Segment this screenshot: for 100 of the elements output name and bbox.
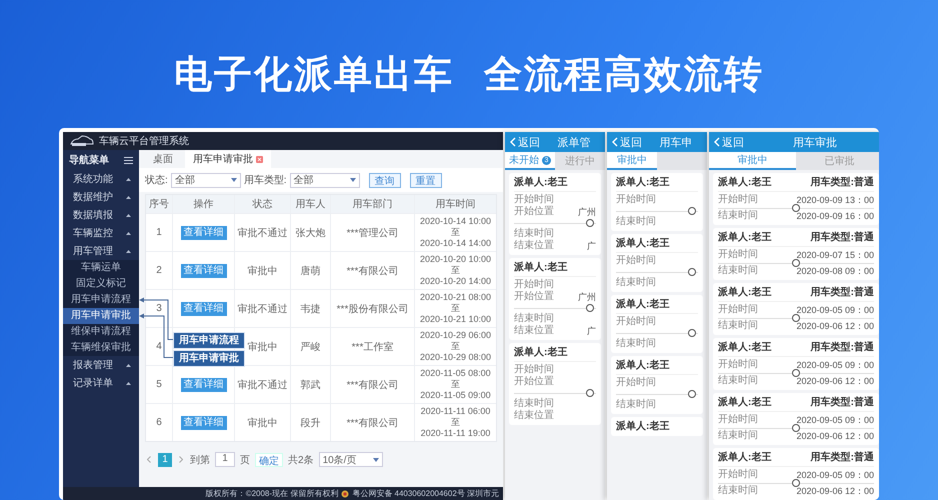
filter-select[interactable]: 全部: [290, 172, 360, 188]
prev-page-icon[interactable]: [147, 456, 151, 463]
car-logo-icon: [69, 135, 95, 147]
close-icon[interactable]: [256, 156, 263, 162]
dispatcher-text: 派单人:老王: [616, 237, 670, 250]
submenu-item[interactable]: 固定义标记: [63, 276, 139, 292]
time-text: 2020-10-29 08:00: [420, 352, 492, 363]
time-text: 至: [451, 417, 460, 428]
screen-title: 用车申: [658, 136, 694, 150]
time-text: 2020-11-05 08:00: [420, 368, 491, 379]
back-button[interactable]: 返回: [510, 134, 540, 150]
submenu-item[interactable]: 维保申请流程: [63, 324, 139, 340]
table-cell: 6: [156, 417, 162, 428]
back-button[interactable]: 返回: [612, 134, 642, 150]
field-label: 结束时间: [718, 265, 758, 277]
page-input[interactable]: 1: [215, 452, 235, 467]
status-tab[interactable]: 审批中: [607, 152, 657, 170]
dispatcher-text: 派单人:老王: [616, 176, 670, 189]
timeline-dot-icon: [586, 389, 594, 397]
menu-item[interactable]: 用车管理: [63, 242, 139, 260]
time-text: 至: [451, 265, 460, 276]
detail-button[interactable]: 查看详细: [180, 302, 226, 316]
detail-button[interactable]: 查看详细: [180, 416, 226, 430]
connector-arrow: [139, 314, 174, 358]
field-value: 2020-09-05 09：00: [796, 304, 874, 316]
callout-label: 用车申请审批: [173, 350, 245, 367]
caret-icon: [126, 364, 131, 366]
status-tab[interactable]: 审批中: [709, 152, 796, 170]
caret-icon: [126, 178, 131, 180]
field-label: 开始时间: [514, 364, 554, 376]
table-cell: 3: [156, 303, 162, 314]
dispatcher-text: 派单人:老王: [718, 286, 772, 299]
field-label: 开始时间: [616, 377, 656, 389]
table-cell: 郭武: [290, 366, 330, 403]
field-value: 广: [587, 240, 596, 252]
time-text: 至: [451, 341, 460, 352]
dispatcher-text: 派单人:老王: [616, 420, 670, 433]
menu-item[interactable]: 记录详单: [63, 374, 139, 392]
headline-text: 电子化派单出车: [174, 50, 454, 98]
field-value: 广: [587, 325, 596, 337]
record-text: 粤公网安备 44030602004602号 深圳市元: [352, 488, 499, 499]
field-value: 2020-09-06 12：00: [796, 430, 874, 442]
menu-item[interactable]: 数据维护: [63, 188, 139, 206]
field-label: 结束位置: [514, 240, 554, 252]
table-cell: 1: [156, 227, 162, 238]
filter-button[interactable]: 查询: [368, 172, 401, 188]
menu-item[interactable]: 系统功能: [63, 170, 139, 188]
dispatcher-text: 派单人:老王: [616, 298, 670, 311]
car-type-text: 用车类型:普通: [810, 341, 874, 354]
time-text: 2020-11-05 09:00: [420, 390, 491, 401]
caret-icon: [126, 232, 131, 234]
field-value: 2020-09-07 15：00: [796, 249, 874, 261]
detail-button[interactable]: 查看详细: [180, 378, 226, 392]
column-header: 操作: [172, 195, 234, 213]
page-size-select[interactable]: 10条/页: [318, 452, 383, 467]
table-cell: ***有限公司: [330, 404, 414, 441]
page-tab[interactable]: 桌面: [145, 150, 181, 168]
menu-item[interactable]: 数据填报: [63, 206, 139, 224]
menu-icon[interactable]: [124, 156, 133, 164]
column-header: 用车人: [290, 195, 330, 213]
field-label: 开始时间: [718, 359, 758, 371]
field-value: 2020-09-05 09：00: [796, 359, 874, 371]
next-page-icon[interactable]: [179, 456, 183, 463]
screen-title: 派单管: [556, 136, 592, 150]
table-cell: ***管理公司: [330, 214, 414, 251]
dropdown-caret-icon: [230, 178, 237, 182]
field-label: 开始位置: [514, 206, 554, 218]
confirm-button[interactable]: 确定: [255, 452, 283, 466]
submenu-item[interactable]: 车辆运单: [63, 260, 139, 276]
field-value: 2020-09-09 16：00: [796, 210, 874, 222]
field-label: 开始位置: [514, 376, 554, 388]
page-tab[interactable]: 用车申请审批: [185, 150, 271, 168]
field-label: 结束时间: [718, 210, 758, 222]
field-label: 开始时间: [616, 255, 656, 267]
field-label: 开始时间: [718, 414, 758, 426]
detail-button[interactable]: 查看详细: [180, 264, 226, 278]
total-count: 共2条: [288, 454, 314, 466]
submenu-item[interactable]: 用车申请流程: [63, 292, 139, 308]
field-label: 结束时间: [718, 485, 758, 497]
dispatcher-text: 派单人:老王: [718, 176, 772, 189]
table-cell: 张大炮: [290, 214, 330, 251]
detail-button[interactable]: 查看详细: [180, 226, 226, 240]
submenu-item[interactable]: 车辆维保审批: [63, 340, 139, 356]
badge-icon: [341, 490, 350, 498]
timeline-dot-icon: [688, 207, 696, 215]
caret-icon: [126, 214, 131, 216]
dispatcher-text: 派单人:老王: [616, 359, 670, 372]
filter-select[interactable]: 全部: [170, 172, 241, 188]
dropdown-caret-icon: [350, 178, 356, 182]
connector-arrow: [139, 298, 174, 340]
dispatcher-text: 派单人:老王: [718, 231, 772, 244]
menu-item[interactable]: 报表管理: [63, 356, 139, 374]
dropdown-caret-icon: [372, 458, 379, 462]
column-header: 序号: [148, 198, 170, 212]
filter-button[interactable]: 重置: [410, 172, 442, 188]
submenu-item[interactable]: 用车申请审批: [63, 308, 139, 324]
menu-item[interactable]: 车辆监控: [63, 224, 139, 242]
column-header: 用车部门: [330, 195, 414, 213]
back-button[interactable]: 返回: [714, 134, 744, 150]
table-cell: 韦捷: [290, 290, 330, 327]
